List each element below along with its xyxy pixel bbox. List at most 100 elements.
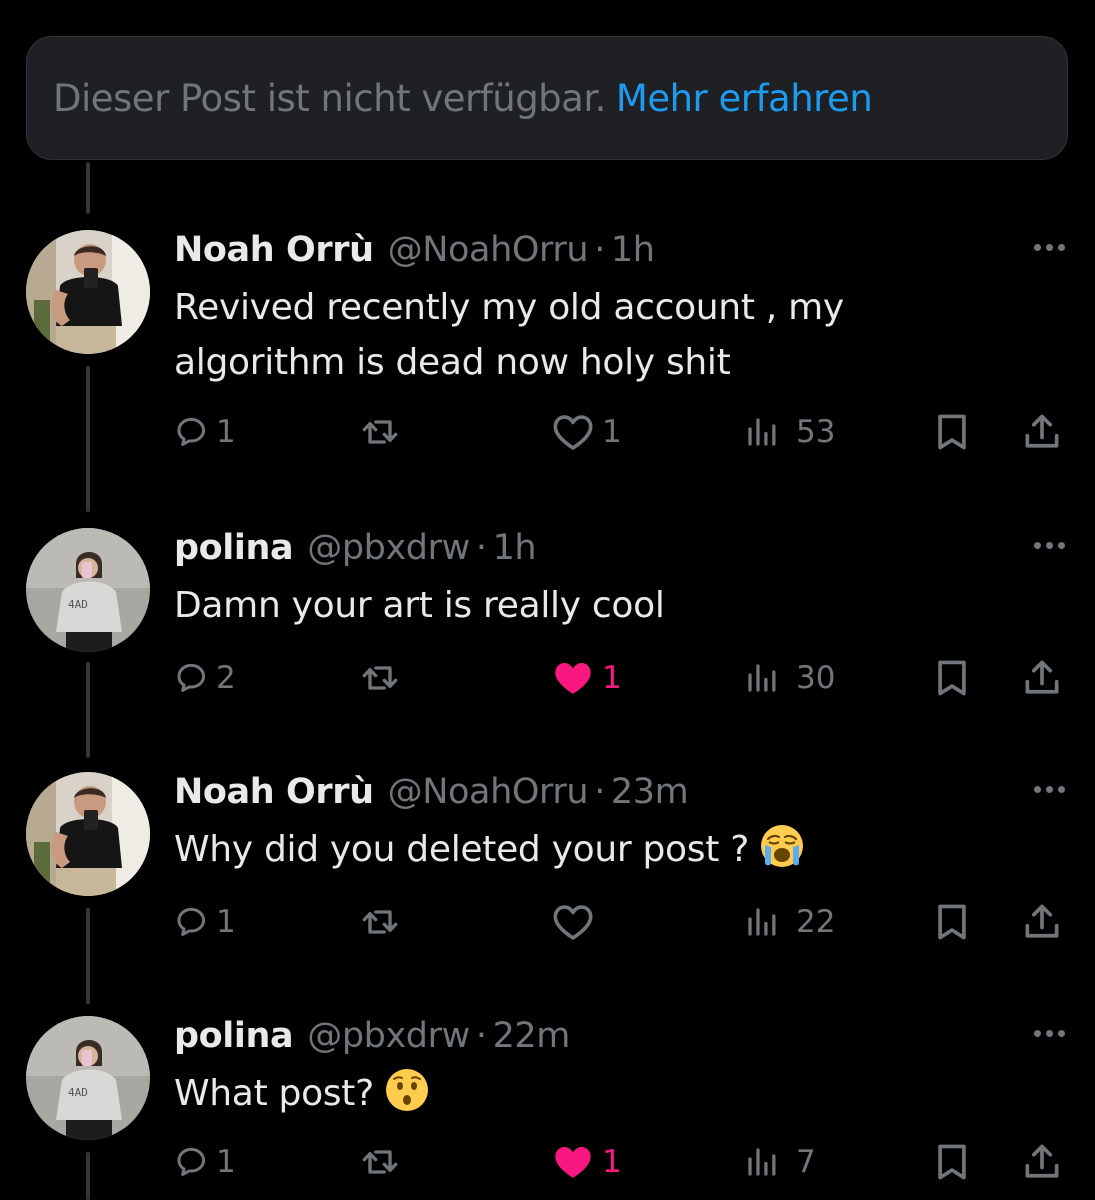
reply-bubble-icon (174, 1144, 210, 1180)
reply-bubble-icon (174, 904, 210, 940)
post-text-line: Why did you deleted your post ? (174, 822, 1034, 877)
post-text-line: Damn your art is really cool (174, 585, 665, 626)
thread-line (86, 662, 90, 758)
more-dots-icon[interactable] (1034, 542, 1065, 549)
unavailable-notice-text: Dieser Post ist nicht verfügbar. (53, 76, 606, 120)
avatar[interactable] (26, 230, 150, 354)
reply-bubble-icon (174, 660, 210, 696)
post-text-line: algorithm is dead now holy shit (174, 342, 731, 383)
post-actions: 1 1 7 (174, 1140, 1064, 1184)
more-dots-icon[interactable] (1034, 1030, 1065, 1037)
like-button[interactable]: 1 (550, 1140, 622, 1184)
post-header: polina @pbxdrw · 22m (174, 1016, 570, 1056)
loudly-crying-face-emoji (759, 823, 805, 869)
reply-button[interactable]: 1 (174, 900, 236, 944)
author-handle[interactable]: @pbxdrw (307, 1016, 470, 1056)
bookmark-icon (930, 1140, 974, 1184)
share-button[interactable] (1020, 410, 1064, 454)
repost-button[interactable] (360, 900, 400, 944)
post-actions: 1 1 53 (174, 410, 1064, 454)
share-button[interactable] (1020, 900, 1064, 944)
views-button[interactable]: 30 (744, 656, 835, 700)
thread-line (86, 1152, 90, 1200)
thread-line (86, 162, 90, 214)
bookmark-button[interactable] (930, 900, 974, 944)
hushed-face-emoji (384, 1067, 430, 1113)
repost-arrows-icon (360, 902, 400, 942)
learn-more-link[interactable]: Mehr erfahren (616, 77, 873, 120)
reply-button[interactable]: 1 (174, 1140, 236, 1184)
views-button[interactable]: 7 (744, 1140, 816, 1184)
views-button[interactable]: 22 (744, 900, 835, 944)
views-bar-chart-icon (744, 414, 780, 450)
post-text-line: What post? (174, 1066, 1034, 1121)
repost-arrows-icon (360, 658, 400, 698)
repost-button[interactable] (360, 410, 400, 454)
post-text-content: What post? (174, 1073, 374, 1114)
views-button[interactable]: 53 (744, 410, 835, 454)
post-actions: 2 1 30 (174, 656, 1064, 700)
bookmark-icon (930, 410, 974, 454)
more-dots-icon[interactable] (1034, 786, 1065, 793)
share-button[interactable] (1020, 656, 1064, 700)
post-time[interactable]: 1h (493, 528, 537, 568)
like-count: 1 (602, 660, 622, 696)
share-button[interactable] (1020, 1140, 1064, 1184)
reply-button[interactable]: 2 (174, 656, 236, 700)
views-bar-chart-icon (744, 904, 780, 940)
views-count: 7 (796, 1144, 816, 1180)
post-time[interactable]: 23m (611, 772, 689, 812)
bookmark-icon (930, 900, 974, 944)
author-handle[interactable]: @pbxdrw (307, 528, 470, 568)
bookmark-icon (930, 656, 974, 700)
author-handle[interactable]: @NoahOrru (388, 230, 589, 270)
reply-count: 2 (216, 660, 236, 696)
post-time[interactable]: 22m (493, 1016, 571, 1056)
post-text: Why did you deleted your post ? (174, 822, 1034, 877)
post-actions: 1 22 (174, 900, 1064, 944)
post-text: What post? (174, 1066, 1034, 1121)
bookmark-button[interactable] (930, 1140, 974, 1184)
post-text-line: Revived recently my old account , my (174, 287, 844, 328)
author-name[interactable]: polina (174, 1016, 294, 1056)
repost-button[interactable] (360, 1140, 400, 1184)
bookmark-button[interactable] (930, 410, 974, 454)
views-bar-chart-icon (744, 1144, 780, 1180)
thread-line (86, 366, 90, 512)
like-count: 1 (602, 414, 622, 450)
like-button[interactable] (550, 900, 596, 944)
post-header: Noah Orrù @NoahOrru · 23m (174, 772, 689, 812)
avatar[interactable] (26, 528, 150, 652)
author-name[interactable]: polina (174, 528, 294, 568)
more-dots-icon[interactable] (1034, 244, 1065, 251)
post-header: polina @pbxdrw · 1h (174, 528, 537, 568)
author-name[interactable]: Noah Orrù (174, 230, 374, 270)
heart-filled-icon (550, 1139, 596, 1185)
reply-count: 1 (216, 1144, 236, 1180)
author-name[interactable]: Noah Orrù (174, 772, 374, 812)
like-count: 1 (602, 1144, 622, 1180)
separator-dot: · (475, 1016, 487, 1056)
views-count: 22 (796, 904, 836, 940)
avatar[interactable] (26, 772, 150, 896)
bookmark-button[interactable] (930, 656, 974, 700)
post-header: Noah Orrù @NoahOrru · 1h (174, 230, 655, 270)
avatar[interactable] (26, 1016, 150, 1140)
reply-button[interactable]: 1 (174, 410, 236, 454)
post-time[interactable]: 1h (611, 230, 655, 270)
post-text: Revived recently my old account , my alg… (174, 280, 1034, 390)
reply-count: 1 (216, 414, 236, 450)
repost-arrows-icon (360, 412, 400, 452)
post-text: Damn your art is really cool (174, 578, 1034, 633)
like-button[interactable]: 1 (550, 656, 622, 700)
author-handle[interactable]: @NoahOrru (388, 772, 589, 812)
separator-dot: · (475, 528, 487, 568)
views-bar-chart-icon (744, 660, 780, 696)
share-icon (1020, 900, 1064, 944)
heart-icon (550, 409, 596, 455)
repost-button[interactable] (360, 656, 400, 700)
like-button[interactable]: 1 (550, 410, 622, 454)
views-count: 53 (796, 414, 836, 450)
thread-line (86, 908, 90, 1004)
heart-filled-icon (550, 655, 596, 701)
